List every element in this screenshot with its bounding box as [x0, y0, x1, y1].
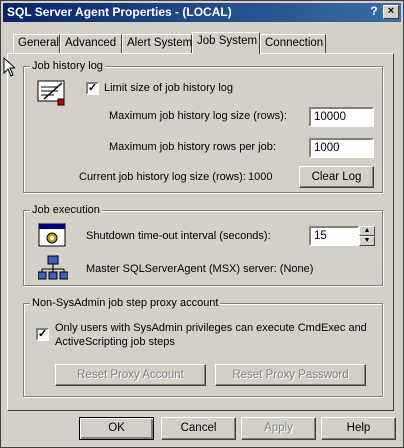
- max-per-job-label: Maximum job history rows per job:: [109, 141, 276, 153]
- job-execution-group-title: Job execution: [30, 204, 102, 216]
- help-glyph: ?: [370, 4, 378, 18]
- arrow-cursor-icon: [3, 57, 15, 77]
- job-history-group-title: Job history log: [30, 60, 105, 72]
- job-execution-icon: [38, 223, 66, 247]
- spin-up-icon[interactable]: ▲: [359, 226, 375, 236]
- help-icon[interactable]: ?: [367, 5, 381, 18]
- tab-advanced[interactable]: Advanced: [60, 34, 122, 53]
- proxy-account-group-title: Non-SysAdmin job step proxy account: [30, 297, 221, 309]
- title-bar[interactable]: SQL Server Agent Properties - (LOCAL) ? …: [3, 3, 401, 22]
- apply-button[interactable]: Apply: [241, 417, 316, 440]
- limit-size-label: Limit size of job history log: [104, 82, 233, 94]
- job-execution-group: Job execution Shutdown time-out interval…: [23, 204, 383, 286]
- only-sysadmin-label-line2: ActiveScripting job steps: [55, 336, 175, 348]
- check-mark-icon: ✓: [38, 328, 48, 340]
- only-sysadmin-checkbox[interactable]: ✓: [36, 328, 49, 341]
- max-per-job-input[interactable]: 1000: [309, 138, 374, 158]
- window-title: SQL Server Agent Properties - (LOCAL): [7, 5, 232, 19]
- only-sysadmin-label-line1: Only users with SysAdmin privileges can …: [55, 322, 367, 334]
- ok-button[interactable]: OK: [79, 417, 154, 440]
- tab-alert-system[interactable]: Alert System: [122, 34, 192, 53]
- current-size-label: Current job history log size (rows):: [79, 171, 246, 183]
- proxy-account-group: Non-SysAdmin job step proxy account ✓ On…: [23, 297, 383, 397]
- dialog-window: SQL Server Agent Properties - (LOCAL) ? …: [0, 0, 404, 448]
- msx-server-icon: [38, 255, 68, 280]
- max-size-input[interactable]: 10000: [309, 107, 374, 127]
- tab-general[interactable]: General: [13, 34, 60, 53]
- clear-log-button[interactable]: Clear Log: [299, 166, 374, 188]
- tab-panel-job-system: Job history log ✓ Limit size of job hist…: [7, 53, 394, 411]
- check-mark-icon: ✓: [88, 82, 98, 94]
- msx-server-label: Master SQLServerAgent (MSX) server: (Non…: [86, 263, 314, 275]
- shutdown-timeout-spinner[interactable]: ▲ ▼: [359, 226, 375, 246]
- shutdown-timeout-label: Shutdown time-out interval (seconds):: [86, 230, 271, 242]
- reset-proxy-account-button[interactable]: Reset Proxy Account: [55, 364, 206, 386]
- current-size-value: 1000: [248, 171, 273, 183]
- job-history-icon: [37, 80, 65, 106]
- tab-job-system[interactable]: Job System: [192, 32, 260, 54]
- spin-down-icon[interactable]: ▼: [359, 236, 375, 246]
- help-button[interactable]: Help: [321, 417, 396, 440]
- close-icon[interactable]: ×: [383, 5, 399, 19]
- max-size-label: Maximum job history log size (rows):: [109, 110, 287, 122]
- limit-size-checkbox[interactable]: ✓: [86, 82, 99, 95]
- cancel-button[interactable]: Cancel: [161, 417, 236, 440]
- shutdown-timeout-input[interactable]: 15: [309, 226, 359, 246]
- job-history-group: Job history log ✓ Limit size of job hist…: [23, 60, 383, 193]
- tab-connection[interactable]: Connection: [260, 34, 326, 53]
- reset-proxy-password-button[interactable]: Reset Proxy Password: [215, 364, 366, 386]
